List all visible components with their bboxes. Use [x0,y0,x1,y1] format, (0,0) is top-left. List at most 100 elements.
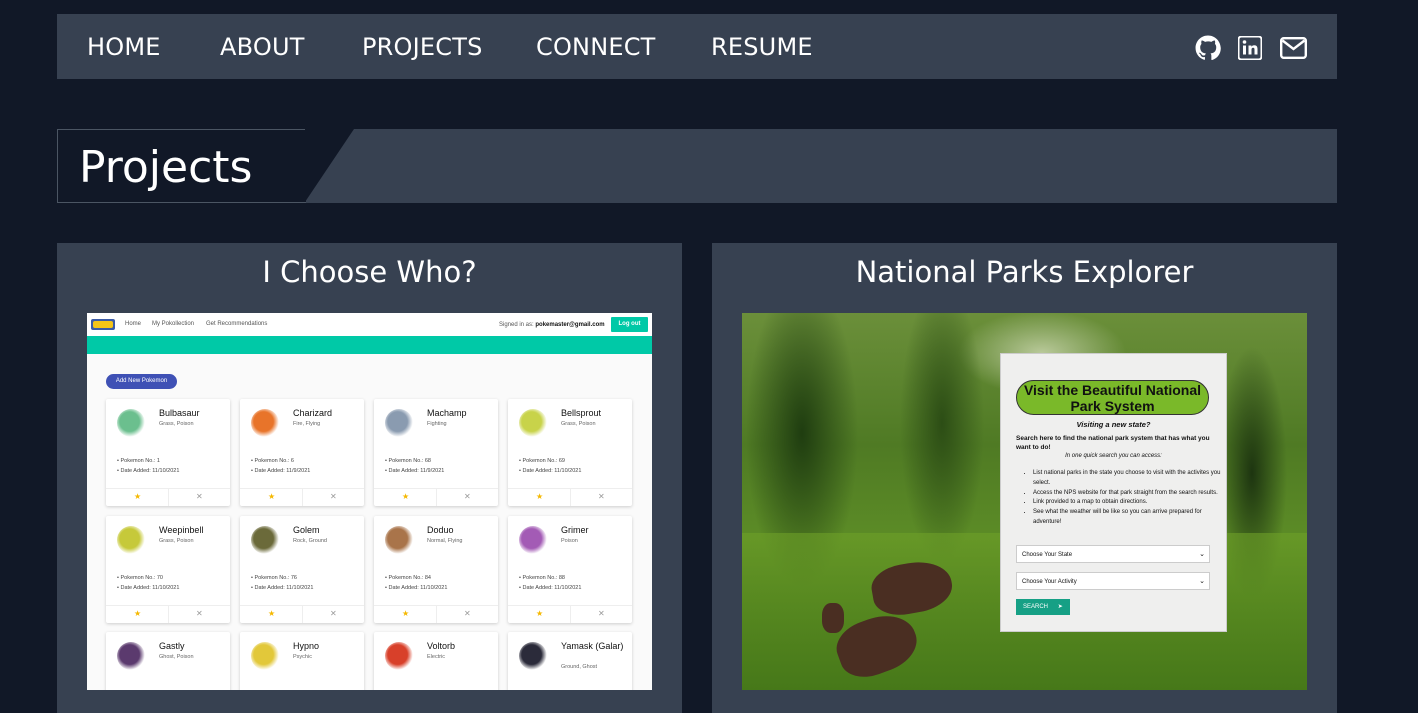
projects-banner: Projects [57,129,1337,203]
pokemon-type: Grass, Poison [159,421,194,427]
star-icon: ★ [536,492,544,501]
project-screenshot-parks-app[interactable]: Visit the Beautiful National Park System… [742,313,1307,690]
pokemon-card: Doduo Normal, Flying • Pokemon No.: 84 • Da… [374,516,498,623]
pokemon-date: • Date Added: 11/10/2021 [385,585,448,591]
pokemon-card: Golem Rock, Ground • Pokemon No.: 76 • Date… [240,516,364,623]
pokemon-date-text: Date Added: 11/10/2021 [522,585,582,591]
pokemon-type: Ghost, Poison [159,654,194,660]
pokemon-date-text: Date Added: 11/10/2021 [120,585,180,591]
nav-about[interactable]: ABOUT [220,14,305,79]
pokemon-number: • Pokemon No.: 88 [519,575,565,581]
pokemon-card: Gastly Ghost, Poison [106,632,230,690]
pokemon-sprite [251,642,279,670]
pokemon-card: Hypno Psychic [240,632,364,690]
mail-icon[interactable] [1280,37,1307,59]
project-screenshot-pokemon-app[interactable]: Home My Pokollection Get Recommendations… [87,313,652,690]
top-nav: HOME ABOUT PROJECTS CONNECT RESUME [57,14,1337,79]
pokemon-card: Bulbasaur Grass, Poison • Pokemon No.: 1 • … [106,399,230,506]
search-button: SEARCH ➤ [1016,599,1070,615]
pokemon-card-actions: ★ ✕ [106,605,230,623]
add-pokemon-button: Add New Pokemon [106,374,177,389]
app-nav-home: Home [125,321,142,327]
pokemon-sprite [251,409,279,437]
star-icon: ★ [268,609,276,618]
close-icon: ✕ [464,609,471,618]
feature-item: Access the NPS website for that park str… [1033,489,1228,499]
pokemon-date-text: Date Added: 11/10/2021 [388,585,448,591]
pokemon-number: • Pokemon No.: 1 [117,458,160,464]
feature-item: List national parks in the state you cho… [1033,469,1228,489]
pokemon-number-text: Pokemon No.: 6 [254,458,294,464]
pokemon-date: • Date Added: 11/9/2021 [385,468,445,474]
pokemon-type: Psychic [293,654,312,660]
pokemon-number-text: Pokemon No.: 1 [120,458,160,464]
logout-button: Log out [611,317,648,332]
pokemon-name: Bellsprout [561,408,602,418]
pokemon-card: Charizard Fire, Flying • Pokemon No.: 6 • D… [240,399,364,506]
divider [302,489,303,506]
pokemon-date-text: Date Added: 11/10/2021 [120,468,180,474]
close-icon: ✕ [464,492,471,501]
pokemon-card-actions: ★ ✕ [508,488,632,506]
pokemon-name: Grimer [561,525,589,535]
pokemon-sprite [519,642,547,670]
chevron-down-icon: ⌄ [1199,551,1205,558]
pokemon-date: • Date Added: 11/10/2021 [519,468,582,474]
pokemon-card: Yamask (Galar) Ground, Ghost [508,632,632,690]
pokemon-card-actions: ★ ✕ [374,488,498,506]
signed-in-label: Signed in as: [499,322,534,328]
close-icon: ✕ [196,609,203,618]
pokemon-number: • Pokemon No.: 69 [519,458,565,464]
search-button-label: SEARCH [1023,604,1049,610]
send-icon: ➤ [1057,604,1063,610]
pokemon-date: • Date Added: 11/10/2021 [117,468,180,474]
park-search-panel: Visit the Beautiful National Park System… [1000,353,1227,632]
pokemon-sprite [385,526,413,554]
app-banner [87,336,652,354]
pokemon-name: Golem [293,525,320,535]
park-feature-list: List national parks in the state you cho… [1023,469,1228,528]
pokemon-type: Grass, Poison [159,538,194,544]
page-title: Projects [79,142,253,193]
pokemon-card: Grimer Poison • Pokemon No.: 88 • Date Adde… [508,516,632,623]
activity-select: Choose Your Activity ⌄ [1016,572,1210,590]
pokemon-date-text: Date Added: 11/9/2021 [388,468,445,474]
pokemon-name: Voltorb [427,641,456,651]
star-icon: ★ [536,609,544,618]
pokemon-date-text: Date Added: 11/10/2021 [522,468,582,474]
pokemon-name: Hypno [293,641,320,651]
github-icon[interactable] [1195,35,1221,61]
nav-resume[interactable]: RESUME [711,14,813,79]
pokemon-number-text: Pokemon No.: 69 [522,458,565,464]
pokemon-number: • Pokemon No.: 6 [251,458,294,464]
moose-head [822,603,844,633]
pokemon-card: Voltorb Electric [374,632,498,690]
star-icon: ★ [134,492,142,501]
pokemon-sprite [385,642,413,670]
nav-connect[interactable]: CONNECT [536,14,656,79]
close-icon: ✕ [598,609,605,618]
pokemon-date: • Date Added: 11/10/2021 [117,585,180,591]
close-icon: ✕ [598,492,605,501]
pokemon-number-text: Pokemon No.: 70 [120,575,163,581]
star-icon: ★ [402,492,410,501]
nav-home[interactable]: HOME [87,14,161,79]
pokemon-number-text: Pokemon No.: 88 [522,575,565,581]
app-nav-pokollection: My Pokollection [152,321,195,327]
pokemon-sprite [117,409,145,437]
nav-projects[interactable]: PROJECTS [362,14,483,79]
close-icon: ✕ [330,492,337,501]
pokemon-card-actions: ★ ✕ [508,605,632,623]
state-select: Choose Your State ⌄ [1016,545,1210,563]
project-card-national-parks[interactable]: National Parks Explorer Visit the Beauti… [712,243,1337,713]
feature-item: See what the weather will be like so you… [1033,508,1228,528]
star-icon: ★ [134,609,142,618]
pokemon-type: Rock, Ground [293,538,327,544]
project-card-i-choose-who[interactable]: I Choose Who? Home My Pokollection Get R… [57,243,682,713]
star-icon: ★ [268,492,276,501]
pokemon-name: Machamp [427,408,467,418]
park-question: Visiting a new state? [1076,420,1151,429]
linkedin-icon[interactable] [1238,36,1262,60]
project-title: I Choose Who? [262,255,477,289]
pokemon-type: Ground, Ghost [561,664,598,670]
